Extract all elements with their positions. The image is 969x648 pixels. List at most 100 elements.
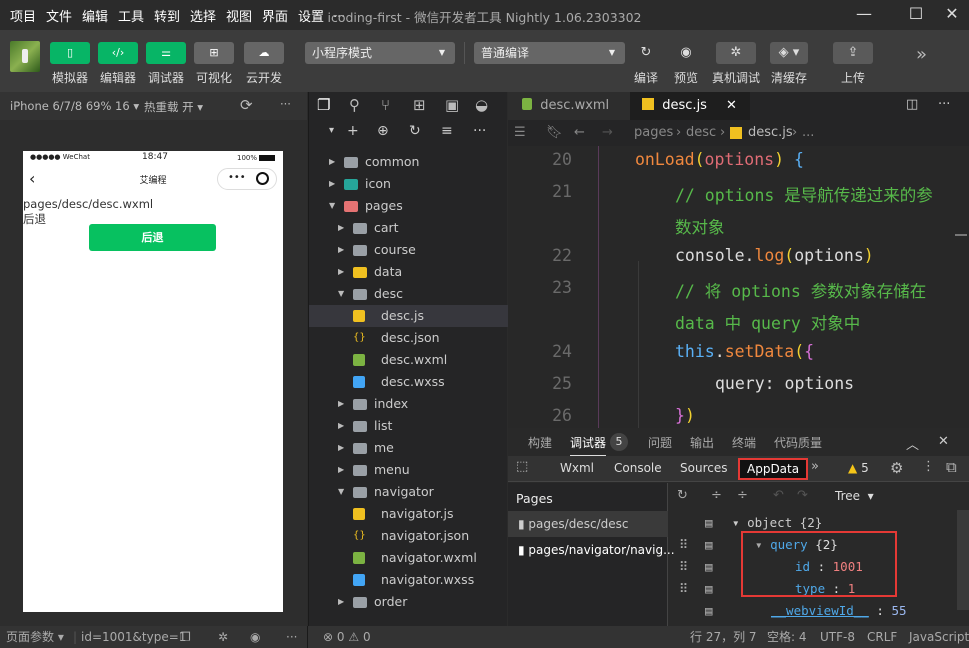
more-tabs-icon[interactable]: » <box>811 459 819 474</box>
new-file-icon[interactable]: + <box>347 123 359 139</box>
capsule-menu[interactable]: ••• <box>217 168 277 190</box>
tree-item-index[interactable]: ▶ index <box>309 393 508 415</box>
tree-item-navigator-js[interactable]: navigator.js <box>309 503 508 525</box>
tree-item-icon[interactable]: ▶ icon <box>309 173 508 195</box>
search-icon[interactable]: ⚲ <box>349 96 360 114</box>
panel-tab[interactable]: 输出 <box>690 434 714 451</box>
menu-item[interactable]: 文件 <box>46 6 72 25</box>
menu-item[interactable]: ... <box>333 6 345 21</box>
more-icon[interactable]: ··· <box>473 123 486 139</box>
调试器-button[interactable]: ⚌ <box>146 42 186 64</box>
save-icon[interactable]: ▣ <box>445 96 459 114</box>
menu-item[interactable]: 工具 <box>118 6 144 25</box>
eye-icon[interactable]: ◉ <box>250 626 260 648</box>
close-panel-icon[interactable]: ✕ <box>938 434 949 449</box>
close-window-button[interactable]: ✕ <box>940 4 964 26</box>
tree-item-me[interactable]: ▶ me <box>309 437 508 459</box>
minimize-button[interactable]: — <box>852 4 876 26</box>
more-icon[interactable]: ••• <box>228 172 246 183</box>
tree-item-navigator-json[interactable]: {} navigator.json <box>309 525 508 547</box>
extensions-icon[interactable]: ⊞ <box>413 96 426 114</box>
真机调试-button[interactable]: ✲ <box>716 42 756 64</box>
inspect-icon[interactable]: ⬚ <box>516 459 528 474</box>
tree-item-navigator-wxss[interactable]: navigator.wxss <box>309 569 508 591</box>
tree-item-cart[interactable]: ▶ cart <box>309 217 508 239</box>
编辑器-button[interactable]: ‹/› <box>98 42 138 64</box>
more-icon[interactable]: ··· <box>286 626 297 648</box>
清缓存-button[interactable]: ◈ ▾ <box>770 42 808 64</box>
上传-button[interactable]: ⇪ <box>833 42 873 64</box>
devtools-tab-appdata[interactable]: AppData <box>738 458 809 480</box>
menu-item[interactable]: 项目 <box>10 6 36 25</box>
maximize-button[interactable]: ☐ <box>904 4 928 26</box>
encoding[interactable]: UTF-8 <box>820 626 855 648</box>
tree-node-root[interactable]: ▾ object {2} <box>732 515 822 530</box>
hotreload-select[interactable]: 热重载 开 ▾ <box>144 99 203 115</box>
模拟器-button[interactable]: ▯ <box>50 42 90 64</box>
breadcrumb-desc[interactable]: desc <box>686 120 716 146</box>
tree-item-menu[interactable]: ▶ menu <box>309 459 508 481</box>
compile-select[interactable]: 普通编译 ▼ <box>474 42 625 64</box>
tree-item-desc-js[interactable]: desc.js <box>309 305 508 327</box>
kebab-icon[interactable]: ⋮ <box>922 459 935 474</box>
drag-handle-icon[interactable]: ⠿ <box>679 559 688 574</box>
edit-icon[interactable]: ▤ <box>705 537 713 552</box>
collapse-panel-icon[interactable]: ︿ <box>906 434 919 453</box>
line-ending[interactable]: CRLF <box>867 626 897 648</box>
edit-icon[interactable]: ▤ <box>705 581 713 596</box>
devtools-tab-sources[interactable]: Sources <box>680 461 727 475</box>
warnings-indicator[interactable]: ▲ 5 <box>848 461 869 475</box>
panel-tab[interactable]: 问题 <box>648 434 672 451</box>
devtools-tab-wxml[interactable]: Wxml <box>560 461 594 475</box>
close-tab-icon[interactable]: ✕ <box>726 92 737 120</box>
menu-item[interactable]: 编辑 <box>82 6 108 25</box>
menu-item[interactable]: 设置 <box>298 6 324 25</box>
redo-icon[interactable]: ↷ <box>797 483 808 509</box>
云开发-button[interactable]: ☁ <box>244 42 284 64</box>
page-item[interactable]: ▮ pages/desc/desc <box>508 511 668 537</box>
cursor-position[interactable]: 行 27，列 7 <box>690 626 757 648</box>
avatar[interactable] <box>10 41 40 72</box>
collapse-icon[interactable]: ▾ <box>329 125 334 136</box>
gear-icon[interactable]: ⚙ <box>890 459 903 477</box>
menu-item[interactable]: 界面 <box>262 6 288 25</box>
panel-tab[interactable]: 代码质量 <box>774 434 822 451</box>
files-icon[interactable]: ❐ <box>317 96 330 114</box>
breadcrumb-file[interactable]: desc.js <box>748 120 793 146</box>
bookmark-icon[interactable]: 🔖︎ <box>546 120 563 146</box>
devtools-tab-console[interactable]: Console <box>614 461 662 475</box>
可视化-button[interactable]: ⊞ <box>194 42 234 64</box>
bug-icon[interactable]: ✲ <box>218 626 228 648</box>
tree-node-webviewid[interactable]: __webviewId__ : 55 <box>771 603 907 618</box>
tree-item-data[interactable]: ▶ data <box>309 261 508 283</box>
split-editor-icon[interactable]: ◫ <box>906 97 918 112</box>
breadcrumb-more[interactable]: ... <box>802 120 814 146</box>
tree-item-desc-wxss[interactable]: desc.wxss <box>309 371 508 393</box>
tree-item-common[interactable]: ▶ common <box>309 151 508 173</box>
device-select[interactable]: iPhone 6/7/8 69% 16 ▾ <box>10 99 139 113</box>
more-icon[interactable]: » <box>916 44 927 65</box>
menu-item[interactable]: 选择 <box>190 6 216 25</box>
refresh-icon[interactable]: ↻ <box>409 123 421 139</box>
git-icon[interactable]: ⑂ <box>381 96 390 114</box>
language-mode[interactable]: JavaScript <box>909 626 969 648</box>
drag-handle-icon[interactable]: ⠿ <box>679 537 688 552</box>
预览-button[interactable]: ◉ <box>667 42 705 64</box>
edit-icon[interactable]: ▤ <box>705 603 713 618</box>
undock-icon[interactable]: ⧉ <box>946 458 957 476</box>
edit-icon[interactable]: ▤ <box>705 559 713 574</box>
tree-item-desc[interactable]: ▼ desc <box>309 283 508 305</box>
expand-icon[interactable]: ÷ <box>711 483 722 509</box>
edit-icon[interactable]: ▤ <box>705 515 713 530</box>
indent-setting[interactable]: 空格: 4 <box>767 626 807 648</box>
page-params-select[interactable]: 页面参数 ▾ <box>6 626 64 648</box>
tree-item-desc-wxml[interactable]: desc.wxml <box>309 349 508 371</box>
tab-desc-wxml[interactable]: desc.wxml <box>508 92 630 120</box>
back-icon[interactable]: ← <box>574 120 585 146</box>
more-icon[interactable]: ··· <box>280 97 291 111</box>
breadcrumb-pages[interactable]: pages <box>634 120 673 146</box>
back-button[interactable]: 后退 <box>89 224 216 251</box>
collapse-icon[interactable]: ÷ <box>737 483 748 509</box>
tree-item-order[interactable]: ▶ order <box>309 591 508 613</box>
menu-item[interactable]: 视图 <box>226 6 252 25</box>
